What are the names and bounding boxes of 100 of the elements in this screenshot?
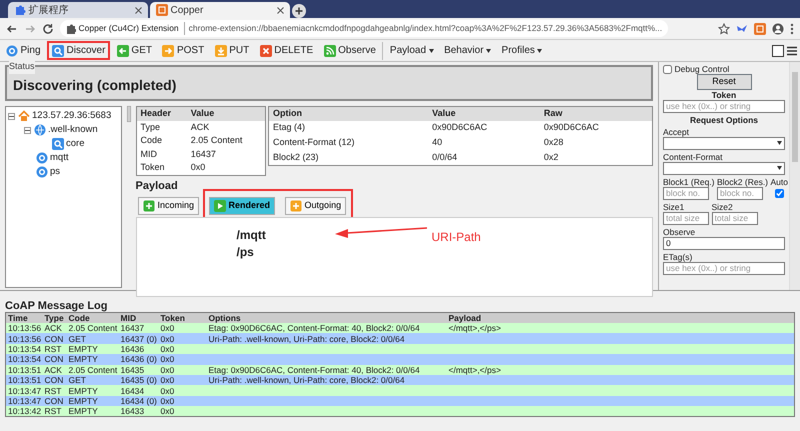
input-field[interactable]: total size [663,212,709,224]
table-cell: 16437 [186,148,265,161]
input-field[interactable]: use hex (0x..) or string [663,262,785,274]
payload-tab[interactable]: Rendered [209,197,276,214]
toolbar-button[interactable]: DELETE [256,41,318,60]
menu-button[interactable]: Payload [386,41,438,60]
address-field[interactable]: Copper (Cu4Cr) Extension chrome-extension://bbaenemiacnkcmdodfnpogdahgeabnlg/index.html?coap%3A%2F%2F123.57.29.36%3A5683%2Fmqtt%... [60,20,668,37]
table-cell: 0x2 [540,150,652,166]
reset-button[interactable]: Reset [696,74,752,90]
column-header: MID [118,312,158,323]
column-header: Time [6,312,42,323]
log-row[interactable]: 10:13:47 RST EMPTY 16434 0x0 [6,385,794,396]
input-field[interactable]: 0 [663,236,785,250]
log-row[interactable]: 10:13:42 RST EMPTY 16433 0x0 [6,406,794,417]
table-cell: 0x28 [540,135,652,150]
input-field[interactable]: block no. [663,186,709,200]
table-cell: 0/0/64 [428,150,540,166]
table-cell: 40 [428,135,540,150]
input-field[interactable]: block no. [717,186,763,200]
table-cell: Token [136,161,187,175]
column-header: Type [42,312,66,323]
table-cell: 0x90D6C6AC [428,120,540,136]
table-cell: 16434 (0) [120,396,157,406]
log-row[interactable]: 10:13:56 ACK 2.05 Content 16437 0x0 Etag: 0x90D6C6AC, Content-Format: 40, Block2: 0/0/64 </mqtt>,</ps> [6,323,794,334]
toolbar-button[interactable]: Observe [320,41,380,60]
payload-line: /ps [236,244,254,260]
field-label: Block1 (Req.) [663,176,714,186]
table-cell: Content-Format (12) [268,135,428,150]
table-cell: 16437 (0) [120,334,157,344]
browser-tab[interactable]: 扩展程序 [8,2,148,18]
status-text: Discovering (completed) [13,76,178,95]
table-cell: Type [136,120,187,134]
toolbar-button[interactable]: Ping [2,41,45,60]
tree-item[interactable]: .well-known [24,123,118,137]
toolbar-button[interactable]: POST [158,41,208,60]
payload-tab[interactable]: Incoming [138,197,200,214]
table-cell: 0x90D6C6AC [540,120,652,136]
field-label: ETag(s) [663,252,694,262]
toolbar-button[interactable]: PUT [210,41,254,60]
browser-tab[interactable]: Copper [150,2,290,18]
table-cell: 2.05 Content [186,134,265,148]
log-row[interactable]: 10:13:47 CON EMPTY 16434 (0) 0x0 [6,396,794,406]
log-row[interactable]: 10:13:56 CON GET 16437 (0) 0x0 Uri-Path: .well-known, Uri-Path: core, Block2: 0/0/64 [6,333,794,344]
table-cell: 10:13:51 [8,375,42,386]
menu-button[interactable]: Behavior [440,41,496,60]
payload-title: Payload [136,179,179,194]
table-cell: Code [136,134,187,148]
field-label: Observe [663,226,696,236]
field-label: Auto [770,176,788,186]
table-cell: Etag (4) [268,120,428,136]
token-field[interactable]: use hex (0x..) or string [663,100,785,112]
input-field[interactable]: total size [712,212,758,224]
payload-line: /mqtt [236,227,266,243]
tree-item[interactable]: 123.57.29.36:5683 [8,109,118,123]
toolbar-button[interactable]: GET [112,41,156,60]
table-cell: 16436 [120,344,144,354]
field-label: Accept [663,126,690,136]
column-header: Header [136,106,187,120]
tree-item[interactable]: mqtt [24,151,118,165]
table-cell: GET [68,375,86,386]
column-header: Token [158,312,206,323]
table-cell: EMPTY [68,344,98,354]
table-cell: 0x0 [160,354,174,364]
table-cell: Uri-Path: .well-known, Uri-Path: core, Block2: 0/0/64 [208,334,405,344]
toolbar-button[interactable]: Discover [47,41,110,60]
table-cell: EMPTY [68,386,98,396]
table-cell: ACK [44,323,62,334]
table-cell: 0x0 [160,386,174,396]
tree-item[interactable]: ps [24,165,118,179]
table-cell: 10:13:54 [8,344,42,354]
table-cell: </mqtt>,</ps> [448,364,501,375]
table-cell: CON [44,354,64,364]
table-cell: 0x0 [160,364,174,375]
log-row[interactable]: 10:13:54 RST EMPTY 16436 0x0 [6,344,794,354]
menu-button[interactable]: Profiles [498,41,546,60]
table-cell: EMPTY [68,406,98,416]
section-title: Token [710,90,738,100]
log-row[interactable]: 10:13:51 ACK 2.05 Content 16435 0x0 Etag: 0x90D6C6AC, Content-Format: 40, Block2: 0/0/64 </mqtt>,</ps> [6,364,794,375]
table-cell: Etag: 0x90D6C6AC, Content-Format: 40, Block2: 0/0/64 [208,323,420,334]
status-legend: Status [9,60,35,74]
log-row[interactable]: 10:13:54 CON EMPTY 16436 (0) 0x0 [6,354,794,365]
table-cell: 10:13:47 [8,396,42,406]
tree-item[interactable]: core [40,137,118,151]
field-label: Block2 (Res.) [717,176,768,186]
table-cell: CON [44,396,64,406]
column-header: Option [268,106,428,120]
log-title: CoAP Message Log [5,299,108,312]
table-cell: 10:13:51 [8,364,42,375]
table-cell: 16435 [120,364,144,375]
table-cell: 0x0 [160,323,174,334]
table-cell: </mqtt>,</ps> [448,323,501,334]
section-title: Request Options [688,114,759,124]
table-cell: CON [44,334,64,344]
column-header: Payload [446,312,794,323]
table-cell: CON [44,375,64,386]
log-row[interactable]: 10:13:51 CON GET 16435 (0) 0x0 Uri-Path: .well-known, Uri-Path: core, Block2: 0/0/64 [6,374,794,386]
field-label: Size2 [712,202,734,212]
table-cell: 0x0 [160,344,174,354]
table-cell: Etag: 0x90D6C6AC, Content-Format: 40, Block2: 0/0/64 [208,364,420,375]
payload-tab[interactable]: Outgoing [285,197,346,214]
